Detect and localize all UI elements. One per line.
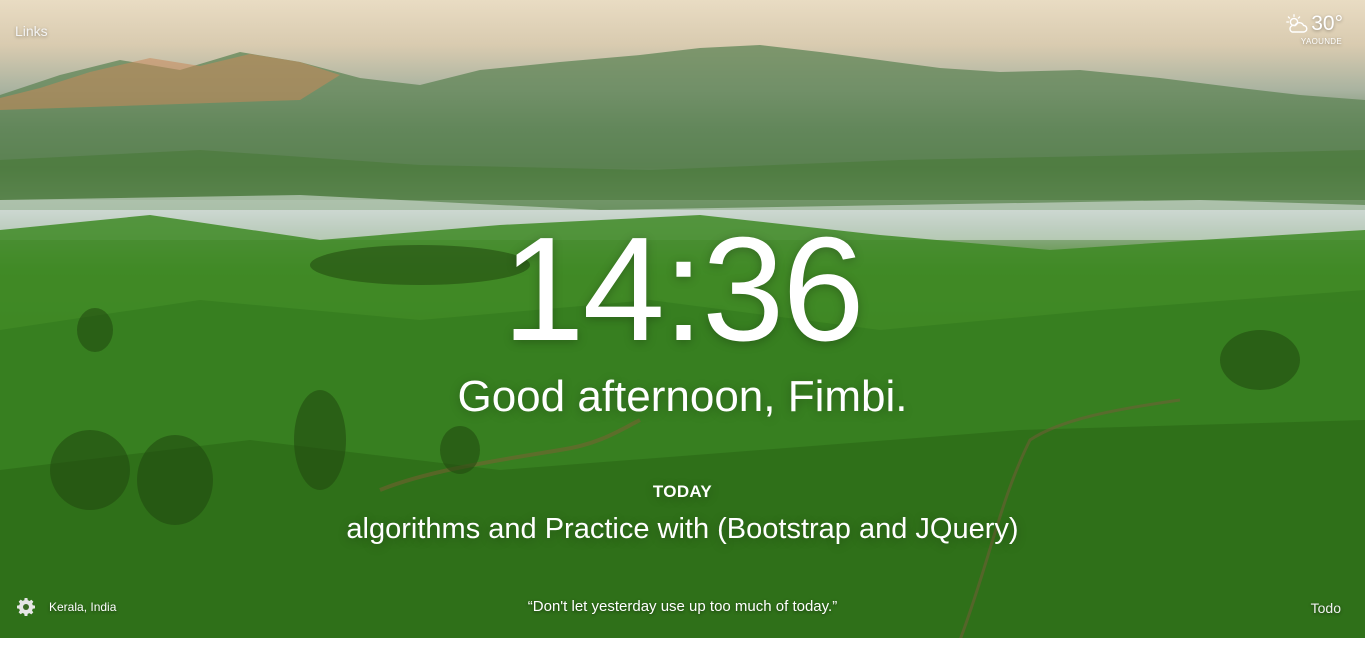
daily-quote: “Don't let yesterday use up too much of … — [527, 598, 838, 615]
weather-row: 30° — [1286, 12, 1343, 36]
weather-location: YAOUNDE — [1300, 37, 1342, 46]
clock: 14:36 — [502, 207, 864, 372]
bottom-strip — [0, 638, 1365, 645]
partly-cloudy-icon — [1286, 14, 1308, 33]
weather-temperature: 30° — [1311, 12, 1343, 35]
links-button[interactable]: Links — [15, 23, 48, 39]
focus-label: TODAY — [652, 482, 713, 501]
focus-text[interactable]: algorithms and Practice with (Bootstrap … — [0, 511, 1365, 547]
greeting: Good afternoon, Fimbi. — [457, 372, 908, 421]
weather-widget[interactable]: 30° YAOUNDE — [1286, 12, 1343, 46]
todo-button[interactable]: Todo — [1311, 600, 1341, 616]
